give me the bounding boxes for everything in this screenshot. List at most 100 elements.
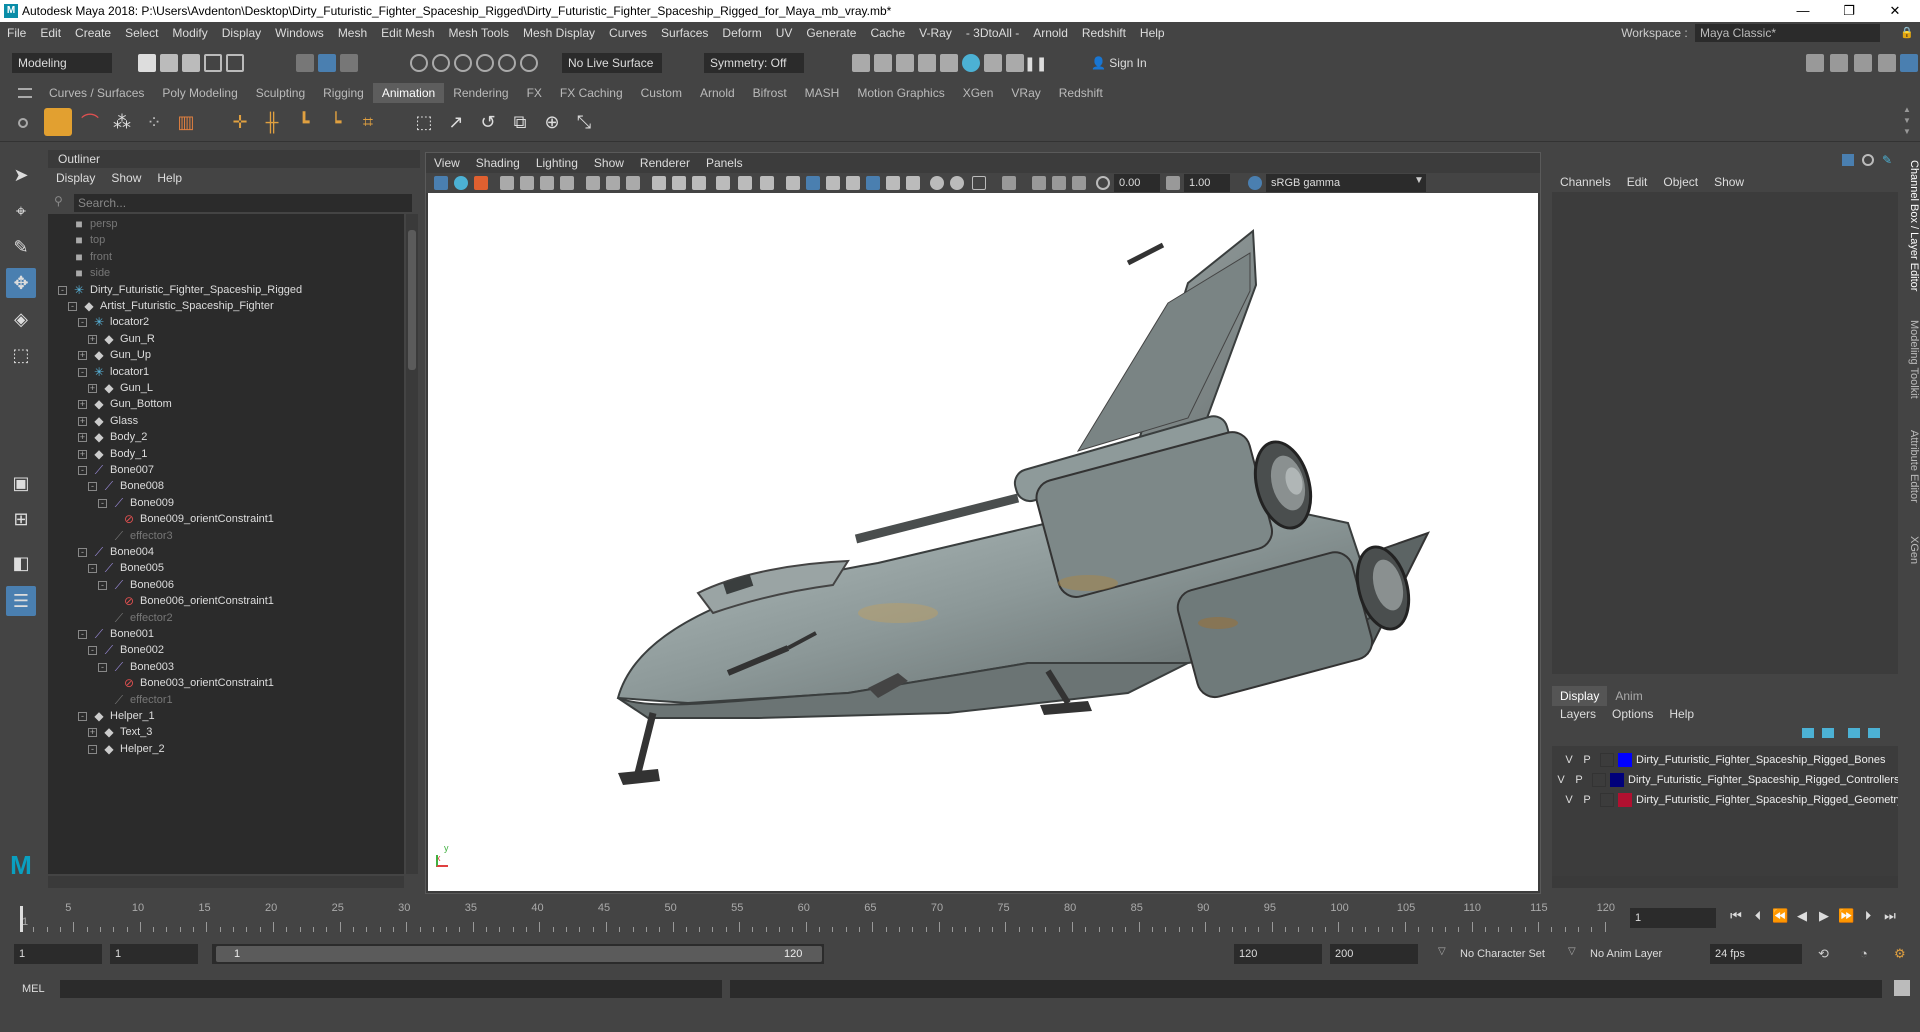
collapse-icon[interactable]: - [78,466,87,475]
channel-box-edit-icon[interactable]: ✎ [1882,154,1894,166]
anim-start-field[interactable]: 1 [110,944,198,964]
shelf-scroll-icon[interactable]: ▲ ▼ ▼ [1902,104,1912,138]
open-scene-icon[interactable] [160,54,178,72]
shelf-tab-rigging[interactable]: Rigging [314,83,373,103]
select-camera-icon[interactable] [434,176,448,190]
vray-render-icon[interactable] [984,54,1002,72]
layer-color-swatch[interactable] [1618,753,1632,767]
shelf-tab-rendering[interactable]: Rendering [444,83,517,103]
screen-space-ao-icon[interactable] [886,176,900,190]
anti-aliasing-icon[interactable] [930,176,944,190]
command-input[interactable] [60,980,722,998]
channel-box-toggle-icon[interactable] [1878,54,1896,72]
current-time-indicator[interactable] [20,906,23,932]
collapse-icon[interactable]: - [88,646,97,656]
menu-mesh-display[interactable]: Mesh Display [516,22,602,44]
ipr-render-icon[interactable] [874,54,892,72]
set-key-icon[interactable] [44,108,72,136]
animation-preferences-icon[interactable]: ⚙ [1894,946,1906,962]
gamma-field[interactable]: 1.00 [1184,174,1230,192]
color-space-dropdown[interactable]: sRGB gamma [1266,174,1426,192]
auto-key-icon[interactable]: ◔ [1860,946,1868,961]
minimize-button[interactable]: — [1780,0,1826,22]
menu-3dtoall[interactable]: - 3DtoAll - [959,22,1026,44]
maximize-button[interactable]: ❐ [1826,0,1872,22]
smooth-shade-icon[interactable] [672,176,686,190]
point-constraint-icon[interactable]: ┗ [290,108,318,136]
tab-attribute-editor[interactable]: Attribute Editor [1902,430,1920,503]
wireframe-icon[interactable] [652,176,666,190]
viewport-menu-lighting[interactable]: Lighting [528,153,586,173]
loop-icon[interactable]: ⟲ [1818,946,1829,962]
save-scene-icon[interactable] [182,54,200,72]
chevron-down-icon[interactable]: ▼ [1414,175,1424,186]
grid-icon[interactable] [560,176,574,190]
layer-color-swatch[interactable] [1618,793,1632,807]
depth-of-field-icon[interactable] [950,176,964,190]
shelf-tab-mash[interactable]: MASH [796,83,849,103]
layer-visibility-toggle[interactable]: V [1554,770,1568,790]
menu-mesh-tools[interactable]: Mesh Tools [442,22,516,44]
orient-constraint-icon[interactable]: ┕ [322,108,350,136]
shelf-settings-icon[interactable] [18,118,28,128]
channel-box-settings-icon[interactable] [1862,154,1874,166]
camera-attributes-icon[interactable] [454,176,468,190]
shelf-menu-icon[interactable] [18,88,32,98]
snap-to-grid-icon[interactable] [410,54,428,72]
redshift-render-icon[interactable] [1006,54,1024,72]
layer-display-type-toggle[interactable] [1600,753,1614,767]
expand-icon[interactable]: + [78,400,87,410]
tab-display[interactable]: Display [1552,686,1608,706]
live-surface-field[interactable]: No Live Surface [562,53,662,73]
menu-file[interactable]: File [0,22,33,44]
script-language-button[interactable]: MEL [22,980,45,998]
arnold-render-icon[interactable] [962,54,980,72]
viewport-menu-panels[interactable]: Panels [698,153,751,173]
collapse-icon[interactable]: - [78,712,87,721]
tool-settings-toggle-icon[interactable] [1854,54,1872,72]
exposure-icon[interactable] [1096,176,1110,190]
outliner-menu-help[interactable]: Help [149,168,190,188]
shelf-tab-motion-graphics[interactable]: Motion Graphics [848,83,953,103]
new-scene-icon[interactable] [138,54,156,72]
filter-icon[interactable]: ⚲ [54,194,68,210]
expand-icon[interactable]: + [88,728,97,738]
play-forwards-icon[interactable]: ▶ [1816,908,1832,924]
shelf-tab-xgen[interactable]: XGen [954,83,1003,103]
range-slider[interactable]: 1 120 [212,944,824,964]
menu-select[interactable]: Select [118,22,165,44]
channel-box-area[interactable] [1552,192,1898,674]
pan-lock-icon[interactable] [1052,176,1066,190]
layer-visibility-toggle[interactable]: V [1562,750,1576,770]
snap-to-surface-icon[interactable] [498,54,516,72]
shelf-tab-sculpting[interactable]: Sculpting [247,83,314,103]
expand-icon[interactable]: + [78,416,87,426]
menu-generate[interactable]: Generate [799,22,863,44]
lasso-tool-icon[interactable]: ⌖ [6,196,36,226]
current-frame-field[interactable]: 1 [1630,908,1716,928]
four-view-layout-icon[interactable]: ⊞ [6,504,36,534]
isolate-select-icon[interactable] [760,176,774,190]
step-back-key-icon[interactable]: ⏪ [1772,908,1788,924]
step-back-frame-icon[interactable]: ⏴ [1750,908,1766,924]
menu-curves[interactable]: Curves [602,22,654,44]
render-current-frame-icon[interactable] [852,54,870,72]
hypershade-icon[interactable] [918,54,936,72]
collapse-icon[interactable]: - [98,662,107,672]
shelf-tab-arnold[interactable]: Arnold [691,83,744,103]
viewport-menu-renderer[interactable]: Renderer [632,153,698,173]
shelf-tab-fx-caching[interactable]: FX Caching [551,83,632,103]
xray-icon[interactable] [786,176,800,190]
motion-trail-icon[interactable]: ⁘ [140,108,168,136]
pole-vector-constraint-icon[interactable]: ↗ [442,108,470,136]
normal-constraint-icon[interactable]: ⧉ [506,108,534,136]
menu-uv[interactable]: UV [769,22,800,44]
shelf-tab-curves-surfaces[interactable]: Curves / Surfaces [40,83,153,103]
motion-blur-icon[interactable] [906,176,920,190]
layer-playback-toggle[interactable]: P [1572,770,1586,790]
aim-constraint-icon[interactable]: ⬚ [410,108,438,136]
new-empty-layer-icon[interactable] [1848,728,1860,738]
bookmark-icon[interactable] [474,176,488,190]
3d-scene-view[interactable]: x y [428,193,1538,891]
snap-to-pivot-icon[interactable] [520,54,538,72]
